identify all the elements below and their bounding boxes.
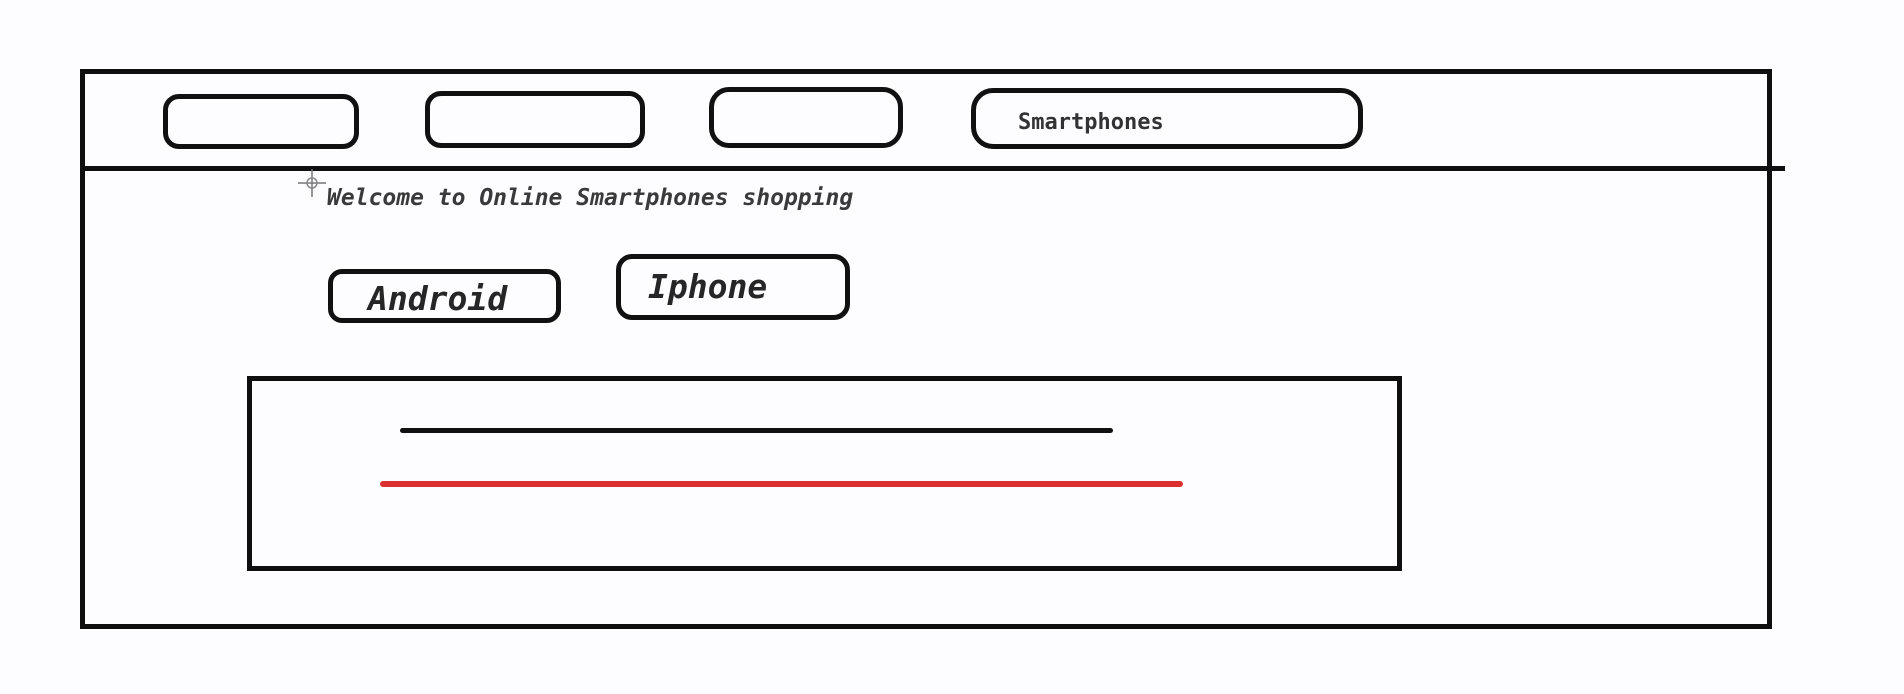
android-button[interactable]: Android — [328, 269, 561, 323]
nav-button-smartphones[interactable]: Smartphones — [971, 88, 1363, 149]
content-highlight-line — [380, 481, 1183, 487]
crosshair-cursor-icon — [298, 169, 326, 197]
nav-button-2[interactable] — [425, 91, 645, 148]
welcome-heading: Welcome to Online Smartphones shopping — [327, 185, 854, 211]
content-placeholder-line — [400, 428, 1113, 433]
nav-button-3[interactable] — [709, 87, 903, 148]
nav-button-1[interactable] — [163, 94, 359, 149]
header-divider — [84, 166, 1785, 171]
content-panel — [247, 376, 1402, 571]
iphone-button[interactable]: Iphone — [616, 254, 850, 320]
